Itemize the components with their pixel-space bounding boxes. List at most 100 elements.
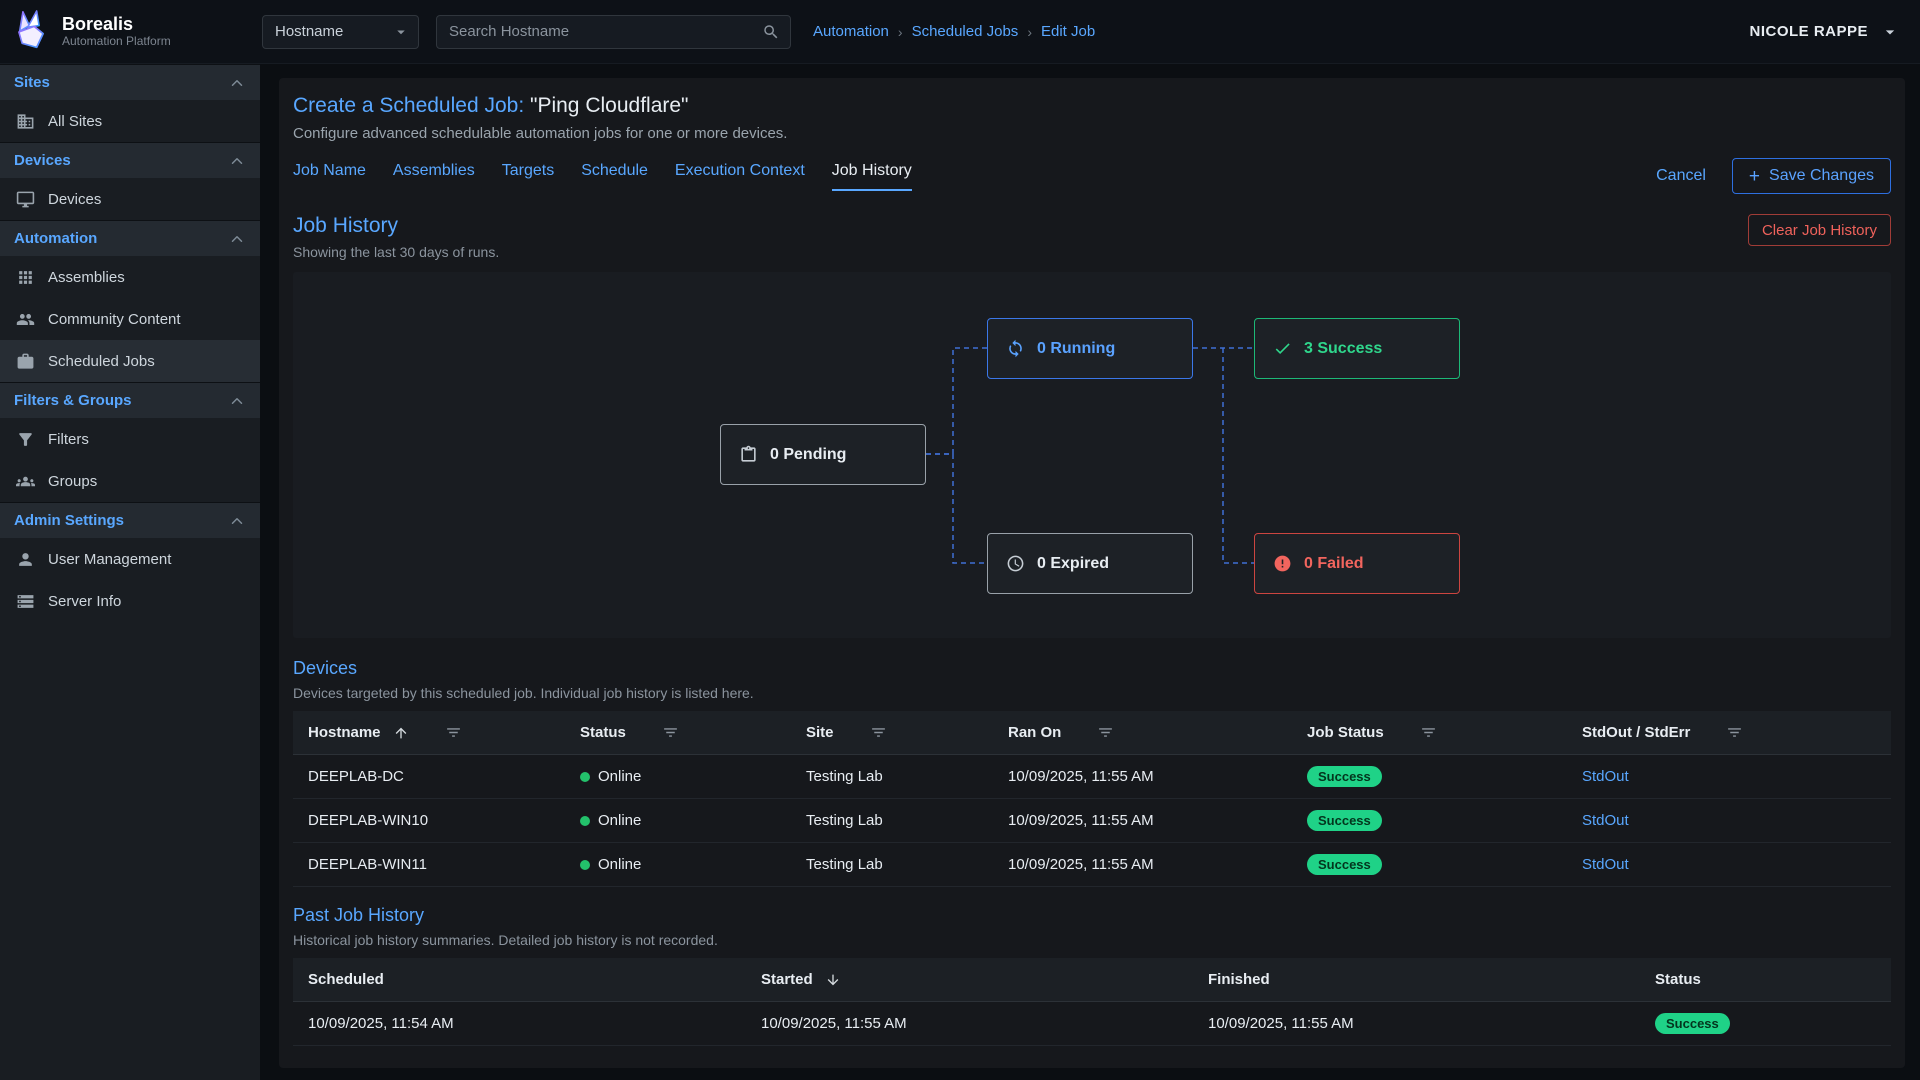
failed-status-node[interactable]: 0 Failed: [1254, 533, 1460, 594]
sidebar-item-label: Devices: [48, 191, 101, 208]
column-header-scheduled[interactable]: Scheduled: [293, 971, 746, 988]
table-row[interactable]: DEEPLAB-WIN10 Online Testing Lab 10/09/2…: [293, 799, 1891, 843]
save-changes-button[interactable]: + Save Changes: [1732, 158, 1891, 194]
column-header-started[interactable]: Started: [746, 971, 1193, 988]
monitor-icon: [16, 190, 35, 209]
column-label: Hostname: [308, 724, 381, 741]
edit-job-panel: Create a Scheduled Job: "Ping Cloudflare…: [279, 78, 1905, 1068]
filter-icon[interactable]: [445, 724, 462, 741]
groups-icon: [16, 472, 35, 491]
tab-execution-context[interactable]: Execution Context: [675, 162, 805, 191]
success-status-node[interactable]: 3 Success: [1254, 318, 1460, 379]
page-subtitle: Configure advanced schedulable automatio…: [293, 125, 1891, 142]
table-row[interactable]: 10/09/2025, 11:54 AM 10/09/2025, 11:55 A…: [293, 1002, 1891, 1046]
plus-icon: +: [1749, 167, 1760, 186]
stdout-link[interactable]: StdOut: [1582, 856, 1629, 873]
breadcrumb-scheduled-jobs[interactable]: Scheduled Jobs: [912, 23, 1019, 40]
filter-icon[interactable]: [1420, 724, 1437, 741]
section-label: Devices: [14, 152, 71, 169]
clear-job-history-button[interactable]: Clear Job History: [1748, 214, 1891, 246]
hostname-select[interactable]: Hostname: [262, 15, 419, 49]
sidebar-item-server-info[interactable]: Server Info: [0, 580, 260, 622]
app-root: Borealis Automation Platform Hostname Au…: [0, 0, 1920, 1080]
filter-icon[interactable]: [1726, 724, 1743, 741]
sidebar-item-label: Scheduled Jobs: [48, 353, 155, 370]
column-header-site[interactable]: Site: [791, 724, 993, 741]
finished-value: 10/09/2025, 11:55 AM: [1208, 1015, 1354, 1032]
sidebar-item-scheduled-jobs[interactable]: Scheduled Jobs: [0, 340, 260, 382]
search-input[interactable]: [449, 23, 762, 40]
expired-status-node[interactable]: 0 Expired: [987, 533, 1193, 594]
filter-icon[interactable]: [870, 724, 887, 741]
column-header-finished[interactable]: Finished: [1193, 971, 1640, 988]
column-header-hostname[interactable]: Hostname: [293, 724, 565, 741]
ran-on-value: 10/09/2025, 11:55 AM: [1008, 768, 1154, 785]
started-value: 10/09/2025, 11:55 AM: [761, 1015, 907, 1032]
sidebar-section-automation[interactable]: Automation: [0, 220, 260, 256]
job-history-heading: Job History: [293, 214, 499, 238]
table-row[interactable]: DEEPLAB-WIN11 Online Testing Lab 10/09/2…: [293, 843, 1891, 887]
tab-schedule[interactable]: Schedule: [581, 162, 648, 191]
tab-targets[interactable]: Targets: [502, 162, 554, 191]
sidebar-item-assemblies[interactable]: Assemblies: [0, 256, 260, 298]
cancel-button[interactable]: Cancel: [1656, 167, 1706, 185]
sidebar-item-user-management[interactable]: User Management: [0, 538, 260, 580]
sidebar-section-filters-groups[interactable]: Filters & Groups: [0, 382, 260, 418]
status-badge: Success: [1655, 1013, 1730, 1034]
hostname-select-value: Hostname: [275, 23, 343, 40]
devices-section-header: Devices Devices targeted by this schedul…: [293, 658, 1891, 701]
funnel-icon: [16, 430, 35, 449]
save-changes-label: Save Changes: [1769, 167, 1874, 185]
failed-count-label: 0 Failed: [1304, 555, 1364, 573]
column-header-ran-on[interactable]: Ran On: [993, 724, 1292, 741]
page-actions: Cancel + Save Changes: [1656, 158, 1891, 194]
sidebar-item-filters[interactable]: Filters: [0, 418, 260, 460]
status-value: Online: [598, 812, 641, 829]
column-header-stdout-stderr[interactable]: StdOut / StdErr: [1567, 724, 1891, 741]
status-badge: Success: [1307, 766, 1382, 787]
user-name: NICOLE RAPPE: [1749, 23, 1868, 40]
tab-job-history[interactable]: Job History: [832, 162, 912, 191]
topbar: Borealis Automation Platform Hostname Au…: [0, 0, 1920, 64]
column-header-status[interactable]: Status: [565, 724, 791, 741]
column-header-job-status[interactable]: Job Status: [1292, 724, 1567, 741]
column-header-status[interactable]: Status: [1640, 971, 1891, 988]
status-value: Online: [598, 768, 641, 785]
user-menu[interactable]: NICOLE RAPPE: [1749, 22, 1920, 42]
main-content: Create a Scheduled Job: "Ping Cloudflare…: [260, 64, 1920, 1080]
breadcrumb-edit-job[interactable]: Edit Job: [1041, 23, 1095, 40]
filter-icon[interactable]: [1097, 724, 1114, 741]
site-value: Testing Lab: [806, 768, 883, 785]
filter-icon[interactable]: [662, 724, 679, 741]
column-label: Site: [806, 724, 834, 741]
sync-icon: [1006, 339, 1025, 358]
sidebar-item-groups[interactable]: Groups: [0, 460, 260, 502]
chevron-up-icon: [228, 512, 246, 530]
column-label: Scheduled: [308, 971, 384, 988]
tab-job-name[interactable]: Job Name: [293, 162, 366, 191]
tabs-row: Job Name Assemblies Targets Schedule Exe…: [293, 158, 1891, 194]
section-label: Automation: [14, 230, 97, 247]
sidebar-item-community-content[interactable]: Community Content: [0, 298, 260, 340]
breadcrumb-automation[interactable]: Automation: [813, 23, 889, 40]
sidebar-section-admin-settings[interactable]: Admin Settings: [0, 502, 260, 538]
chevron-up-icon: [228, 74, 246, 92]
chevron-up-icon: [228, 230, 246, 248]
stdout-link[interactable]: StdOut: [1582, 812, 1629, 829]
search-icon[interactable]: [762, 23, 780, 41]
sidebar-section-sites[interactable]: Sites: [0, 64, 260, 100]
section-label: Admin Settings: [14, 512, 124, 529]
column-label: StdOut / StdErr: [1582, 724, 1690, 741]
sidebar-item-devices[interactable]: Devices: [0, 178, 260, 220]
chevron-up-icon: [228, 392, 246, 410]
page-title: Create a Scheduled Job: "Ping Cloudflare…: [293, 94, 1891, 118]
stdout-link[interactable]: StdOut: [1582, 768, 1629, 785]
table-row[interactable]: DEEPLAB-DC Online Testing Lab 10/09/2025…: [293, 755, 1891, 799]
sidebar-item-all-sites[interactable]: All Sites: [0, 100, 260, 142]
sidebar-section-devices[interactable]: Devices: [0, 142, 260, 178]
pending-status-node[interactable]: 0 Pending: [720, 424, 926, 485]
tab-assemblies[interactable]: Assemblies: [393, 162, 475, 191]
site-value: Testing Lab: [806, 856, 883, 873]
page-title-prefix: Create a Scheduled Job:: [293, 94, 524, 117]
running-status-node[interactable]: 0 Running: [987, 318, 1193, 379]
